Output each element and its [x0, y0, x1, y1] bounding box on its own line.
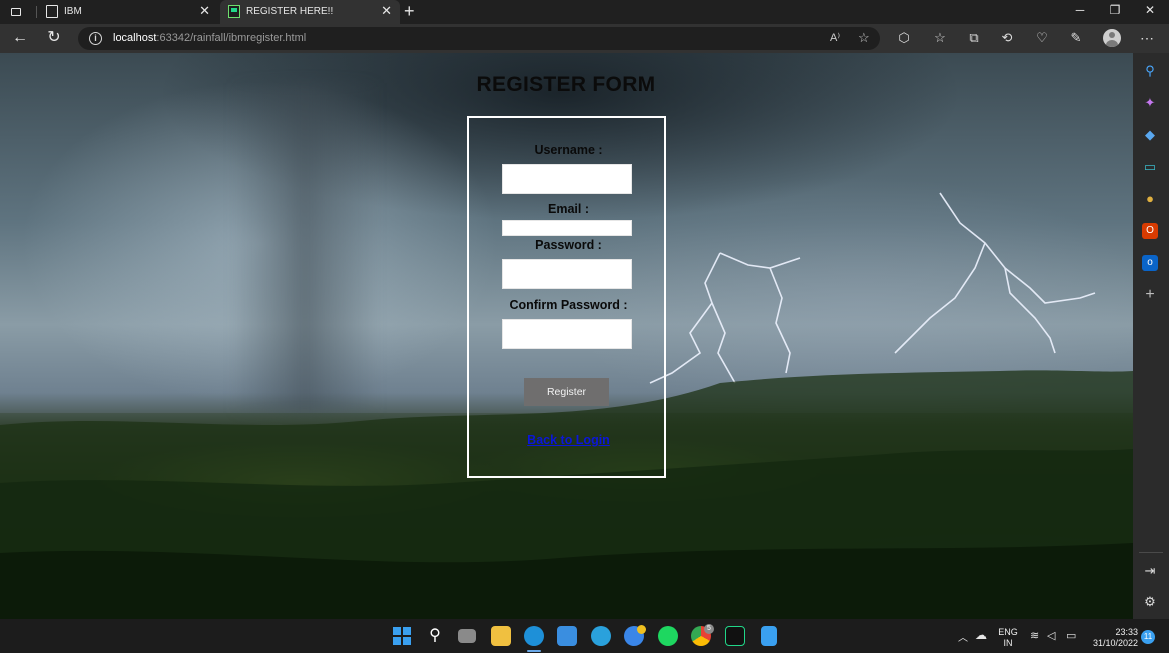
language-indicator[interactable]: ENG IN	[996, 627, 1020, 649]
outlook-icon[interactable]: o	[1142, 255, 1158, 271]
browser-toolbar: ← ↻ i localhost:63342/rainfall/ibmregist…	[0, 24, 1169, 53]
info-icon[interactable]: i	[89, 32, 102, 45]
url-path: :63342/rainfall/ibmregister.html	[156, 32, 307, 44]
battery-icon[interactable]: ▭	[1066, 629, 1076, 642]
username-label: Username :	[534, 143, 603, 157]
new-tab-icon[interactable]: +	[404, 1, 415, 21]
back-to-login-link[interactable]: Back to Login	[469, 433, 668, 447]
clock[interactable]: 23:33 31/10/2022	[1088, 627, 1138, 649]
tab-title: REGISTER HERE!!	[246, 6, 334, 17]
tab-title: IBM	[64, 6, 82, 17]
settings-gear-icon[interactable]: ⚙	[1142, 594, 1158, 610]
wifi-icon[interactable]: ≋	[1030, 629, 1039, 642]
email-input[interactable]	[502, 220, 632, 236]
copilot-icon[interactable]: ✦	[1142, 95, 1158, 111]
tab-register[interactable]: REGISTER HERE!! ✕	[220, 0, 400, 24]
tab-actions-icon[interactable]	[8, 4, 24, 20]
email-label: Email :	[548, 202, 589, 216]
page-viewport: REGISTER FORM Username : Email : Passwor…	[0, 53, 1133, 619]
browser-tabstrip: IBM ✕ REGISTER HERE!! ✕ + ─ ❐ ✕	[0, 0, 1169, 24]
url-text[interactable]: localhost:63342/rainfall/ibmregister.htm…	[113, 32, 306, 44]
password-input[interactable]	[502, 259, 632, 289]
tab-separator	[36, 6, 37, 18]
active-app-indicator	[527, 650, 541, 652]
favorites-icon[interactable]: ☆	[932, 30, 948, 46]
volume-icon[interactable]: ◁	[1047, 629, 1055, 642]
edge-icon[interactable]	[524, 626, 544, 646]
refresh-icon[interactable]: ↻	[44, 28, 64, 48]
search-icon[interactable]: ⚲	[1142, 63, 1158, 79]
history-icon[interactable]: ⟲	[999, 30, 1015, 46]
lightning-bolts	[649, 192, 1096, 384]
read-aloud-icon[interactable]: A⁾	[830, 31, 840, 44]
file-explorer-icon[interactable]	[491, 626, 511, 646]
pycharm-icon	[228, 5, 240, 18]
spotify-icon[interactable]	[658, 626, 678, 646]
tray-expand-icon[interactable]: ︿	[958, 629, 968, 644]
screenshot-icon[interactable]: ✎	[1068, 30, 1084, 46]
start-windows-icon[interactable]	[392, 626, 412, 646]
clock-date: 31/10/2022	[1092, 638, 1138, 648]
help-badge	[637, 625, 646, 634]
tools-briefcase-icon[interactable]: ▭	[1142, 159, 1158, 175]
page-title: REGISTER FORM	[476, 73, 656, 96]
register-form: Username : Email : Password : Confirm Pa…	[467, 116, 666, 478]
notification-badge[interactable]: 11	[1141, 630, 1155, 644]
sidebar-divider	[1139, 552, 1163, 553]
close-window-icon[interactable]: ✕	[1140, 3, 1160, 17]
language-code: ENG	[998, 627, 1018, 637]
shopping-tag-icon[interactable]: ◆	[1142, 127, 1158, 143]
address-bar[interactable]: i localhost:63342/rainfall/ibmregister.h…	[78, 27, 880, 50]
task-view-icon[interactable]	[458, 629, 476, 643]
url-host: localhost	[113, 32, 157, 44]
maximize-icon[interactable]: ❐	[1105, 3, 1125, 17]
minimize-icon[interactable]: ─	[1070, 3, 1090, 17]
notepad-icon[interactable]	[761, 626, 777, 646]
confirm-password-input[interactable]	[502, 319, 632, 349]
office-icon[interactable]: O	[1142, 223, 1158, 239]
confirm-password-label: Confirm Password :	[509, 298, 628, 312]
telegram-icon[interactable]	[591, 626, 611, 646]
profile-avatar[interactable]	[1103, 29, 1121, 47]
collections-icon[interactable]: ⧉	[966, 30, 982, 46]
region-code: IN	[1003, 638, 1013, 648]
document-icon	[46, 5, 58, 18]
extensions-icon[interactable]: ⬡	[896, 30, 912, 46]
windows-taskbar: ⚲ 5 ︿ ☁ ENG IN ≋ ◁ ▭ 23:33 31/10/2022 11	[0, 619, 1169, 653]
back-arrow-icon[interactable]: ←	[10, 28, 30, 48]
add-sidebar-app-icon[interactable]: +	[1142, 287, 1158, 303]
tab-ibm[interactable]: IBM ✕	[38, 0, 218, 24]
pycharm-taskbar-icon[interactable]	[725, 626, 745, 646]
more-menu-icon[interactable]: ⋯	[1139, 30, 1155, 46]
store-icon[interactable]	[557, 626, 577, 646]
search-taskbar-icon[interactable]: ⚲	[425, 626, 445, 646]
games-icon[interactable]: ●	[1142, 191, 1158, 207]
password-label: Password :	[535, 238, 602, 252]
clock-time: 23:33	[1115, 627, 1138, 637]
onedrive-cloud-icon[interactable]: ☁	[975, 628, 987, 642]
close-icon[interactable]: ✕	[199, 4, 210, 18]
hide-sidebar-icon[interactable]: ⇥	[1142, 563, 1158, 579]
favorite-add-icon[interactable]: ☆	[858, 30, 870, 46]
edge-sidebar: ⚲ ✦ ◆ ▭ ● O o + ⇥ ⚙	[1133, 53, 1169, 619]
username-input[interactable]	[502, 164, 632, 194]
browser-essentials-icon[interactable]: ♡	[1034, 30, 1050, 46]
register-button[interactable]: Register	[524, 378, 609, 406]
chrome-badge: 5	[704, 624, 714, 634]
close-icon[interactable]: ✕	[381, 4, 392, 18]
